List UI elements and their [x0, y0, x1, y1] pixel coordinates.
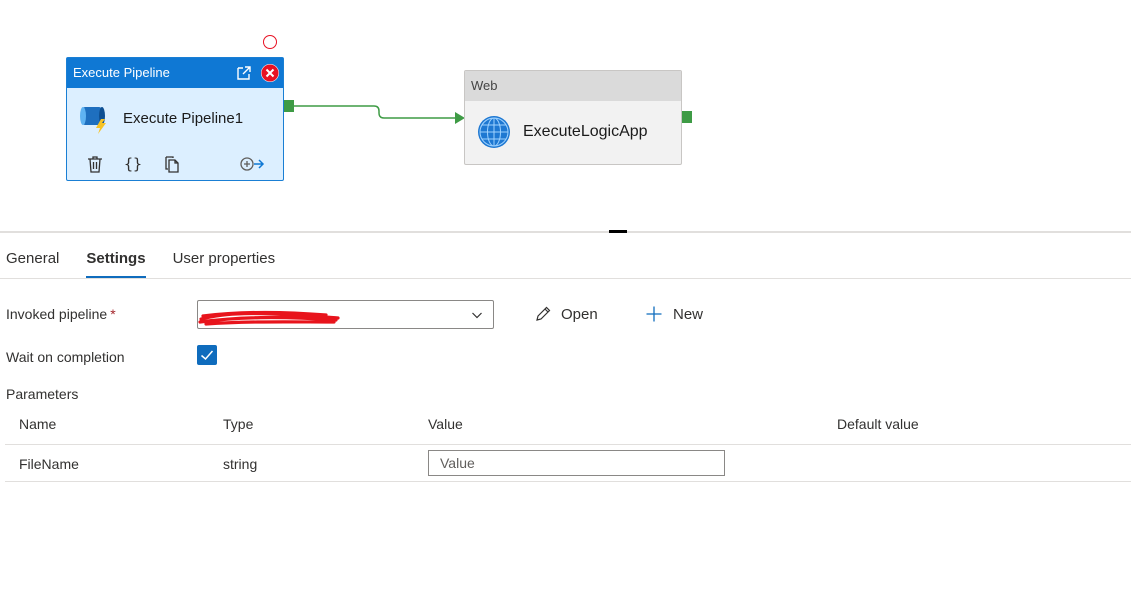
tab-general[interactable]: General [0, 244, 65, 278]
tab-user-properties[interactable]: User properties [167, 244, 282, 278]
activity-toolbar: {} [85, 154, 265, 174]
redaction-scribble [198, 310, 340, 326]
web-activity[interactable]: Web ExecuteLogicApp [464, 70, 682, 165]
chevron-down-icon [472, 312, 482, 319]
column-header-value: Value [428, 416, 463, 432]
delete-icon[interactable] [85, 154, 105, 174]
copy-icon[interactable] [162, 154, 182, 174]
activity-header: Web [465, 71, 681, 101]
activity-type-title: Web [471, 78, 498, 93]
pencil-icon [536, 306, 551, 321]
parameters-label: Parameters [6, 386, 79, 402]
param-value-input[interactable] [428, 450, 725, 476]
open-button-label: Open [561, 305, 598, 323]
column-header-default-value: Default value [837, 416, 919, 432]
splitter-handle[interactable] [609, 230, 627, 233]
execute-pipeline-icon [80, 107, 106, 134]
globe-icon [478, 116, 510, 148]
code-icon[interactable]: {} [123, 154, 143, 174]
pipeline-canvas[interactable]: Execute Pipeline Execute Pipeline1 {} We… [0, 0, 1131, 232]
activity-body: ExecuteLogicApp [477, 115, 648, 149]
open-external-icon[interactable] [235, 64, 253, 82]
wait-on-completion-label: Wait on completion [6, 349, 125, 365]
activity-name: ExecuteLogicApp [523, 123, 648, 140]
panel-splitter[interactable] [0, 231, 1131, 233]
activity-header: Execute Pipeline [67, 58, 283, 88]
open-pipeline-button[interactable]: Open [534, 302, 598, 326]
pipeline-editor: Execute Pipeline Execute Pipeline1 {} We… [0, 0, 1131, 601]
new-button-label: New [673, 305, 704, 323]
tab-settings[interactable]: Settings [80, 244, 151, 278]
invoked-pipeline-label: Invoked pipeline * [6, 306, 116, 322]
wait-on-completion-checkbox[interactable] [197, 345, 217, 365]
table-header-divider [5, 444, 1131, 445]
param-name-cell: FileName [19, 456, 79, 472]
close-icon[interactable] [261, 64, 279, 82]
svg-text:{}: {} [124, 155, 142, 173]
invoked-pipeline-dropdown[interactable] [197, 300, 494, 329]
checkmark-icon [201, 350, 214, 361]
column-header-name: Name [19, 416, 57, 432]
required-marker: * [110, 306, 116, 322]
error-status-icon [263, 35, 277, 49]
param-type-cell: string [223, 456, 258, 472]
activity-type-title: Execute Pipeline [73, 65, 170, 80]
execute-pipeline-output-port[interactable] [284, 100, 294, 112]
tabs-divider [0, 278, 1131, 279]
column-header-type: Type [223, 416, 254, 432]
invoked-pipeline-label-text: Invoked pipeline [6, 306, 108, 322]
plus-icon [646, 306, 662, 322]
new-pipeline-button[interactable]: New [645, 302, 703, 326]
activity-body: Execute Pipeline1 [79, 100, 243, 136]
add-output-icon[interactable] [239, 154, 265, 174]
table-row-divider [5, 481, 1131, 482]
web-output-port[interactable] [682, 111, 692, 123]
properties-tabs: General Settings User properties [0, 244, 281, 278]
execute-pipeline-activity[interactable]: Execute Pipeline Execute Pipeline1 {} [66, 57, 284, 181]
activity-name: Execute Pipeline1 [123, 109, 244, 127]
